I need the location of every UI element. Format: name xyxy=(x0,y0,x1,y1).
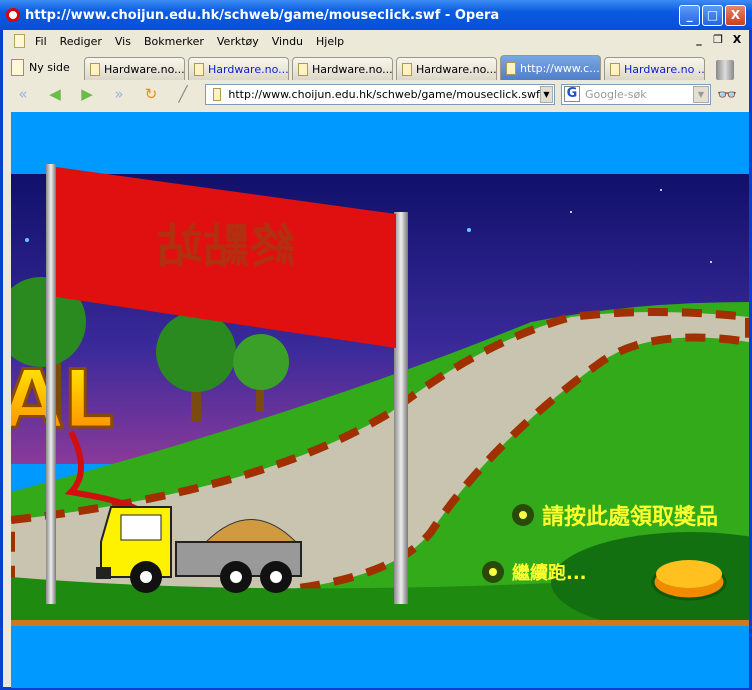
browser-window: http://www.choijun.edu.hk/schweb/game/mo… xyxy=(0,0,752,690)
page-icon xyxy=(506,61,516,75)
window-title: http://www.choijun.edu.hk/schweb/game/mo… xyxy=(25,7,500,23)
claim-prize-text: 請按此處領取獎品 xyxy=(542,505,719,530)
new-tab-button[interactable]: Ny side xyxy=(11,54,81,80)
page-icon xyxy=(213,87,222,101)
continue-run-text: 繼續跑... xyxy=(512,563,587,584)
fast-forward-icon[interactable]: » xyxy=(107,84,131,104)
tab-5-active[interactable]: http://www.c... xyxy=(500,55,601,80)
game-scene: AL 終點站 xyxy=(11,112,749,688)
page-icon xyxy=(14,34,25,48)
prize-button-icon[interactable] xyxy=(656,560,722,588)
new-tab-label: Ny side xyxy=(29,60,70,74)
search-dropdown-icon[interactable]: ▼ xyxy=(693,85,709,103)
edit-icon[interactable]: ╱ xyxy=(171,84,195,104)
tab-close-button[interactable]: X xyxy=(729,33,745,48)
flash-game-content[interactable]: AL 終點站 請按此處領取獎品 繼續跑... xyxy=(11,112,749,688)
continue-run-link[interactable]: 繼續跑... xyxy=(482,559,587,585)
menu-bookmarks[interactable]: Bokmerker xyxy=(144,35,204,48)
maximize-button[interactable]: □ xyxy=(702,5,723,26)
close-button[interactable]: X xyxy=(725,5,746,26)
tab-label: http://www.c... xyxy=(520,61,600,75)
glasses-icon[interactable]: 👓 xyxy=(717,85,737,104)
tab-label: Hardware.no... xyxy=(208,62,289,76)
page-icon xyxy=(90,62,100,76)
opera-logo-icon xyxy=(6,8,20,22)
tab-minimize-button[interactable]: _ xyxy=(691,33,707,48)
tab-1[interactable]: Hardware.no... xyxy=(84,57,185,80)
title-bar: http://www.choijun.edu.hk/schweb/game/mo… xyxy=(0,0,752,30)
menu-view[interactable]: Vis xyxy=(115,35,131,48)
tab-bar: Ny side Hardware.no... Hardware.no... Ha… xyxy=(3,52,749,80)
tab-label: Hardware.no... xyxy=(416,62,497,76)
page-icon xyxy=(194,62,204,76)
reload-icon[interactable]: ↻ xyxy=(139,84,163,104)
tab-label: Hardware.no ... xyxy=(624,62,705,76)
forward-icon[interactable]: ▶ xyxy=(75,84,99,104)
menu-tools[interactable]: Verktøy xyxy=(217,35,259,48)
back-icon[interactable]: ◀ xyxy=(43,84,67,104)
tab-2[interactable]: Hardware.no... xyxy=(188,57,289,80)
page-icon xyxy=(402,62,412,76)
trash-icon[interactable] xyxy=(716,60,734,80)
search-input[interactable]: Google-søk xyxy=(585,88,693,101)
claim-prize-link[interactable]: 請按此處領取獎品 xyxy=(512,499,718,531)
tab-label: Hardware.no... xyxy=(312,62,393,76)
tab-label: Hardware.no... xyxy=(104,62,185,76)
navigation-toolbar: « ◀ ▶ » ↻ ╱ http://www.choijun.edu.hk/sc… xyxy=(3,80,749,108)
bullet-icon xyxy=(482,561,504,583)
address-dropdown-icon[interactable]: ▼ xyxy=(539,85,553,103)
minimize-button[interactable]: _ xyxy=(679,5,700,26)
bullet-icon xyxy=(512,504,534,526)
menu-bar: Fil Rediger Vis Bokmerker Verktøy Vindu … xyxy=(3,30,749,52)
page-icon xyxy=(298,62,308,76)
address-input[interactable]: http://www.choijun.edu.hk/schweb/game/mo… xyxy=(228,88,539,101)
menu-window[interactable]: Vindu xyxy=(272,35,303,48)
banner-text: 終點站 xyxy=(157,219,295,273)
tab-4[interactable]: Hardware.no... xyxy=(396,57,497,80)
new-page-icon xyxy=(11,58,24,76)
rewind-icon[interactable]: « xyxy=(11,84,35,104)
menu-help[interactable]: Hjelp xyxy=(316,35,344,48)
tab-3[interactable]: Hardware.no... xyxy=(292,57,393,80)
menu-edit[interactable]: Rediger xyxy=(60,35,102,48)
menu-file[interactable]: Fil xyxy=(35,35,47,48)
google-icon[interactable]: G xyxy=(564,86,580,102)
address-bar[interactable]: http://www.choijun.edu.hk/schweb/game/mo… xyxy=(205,83,555,105)
tab-restore-button[interactable]: ❐ xyxy=(710,33,726,48)
search-field[interactable]: G Google-søk ▼ xyxy=(561,83,711,105)
goal-text: AL xyxy=(11,353,114,446)
tab-6[interactable]: Hardware.no ... xyxy=(604,57,705,80)
page-icon xyxy=(610,62,620,76)
